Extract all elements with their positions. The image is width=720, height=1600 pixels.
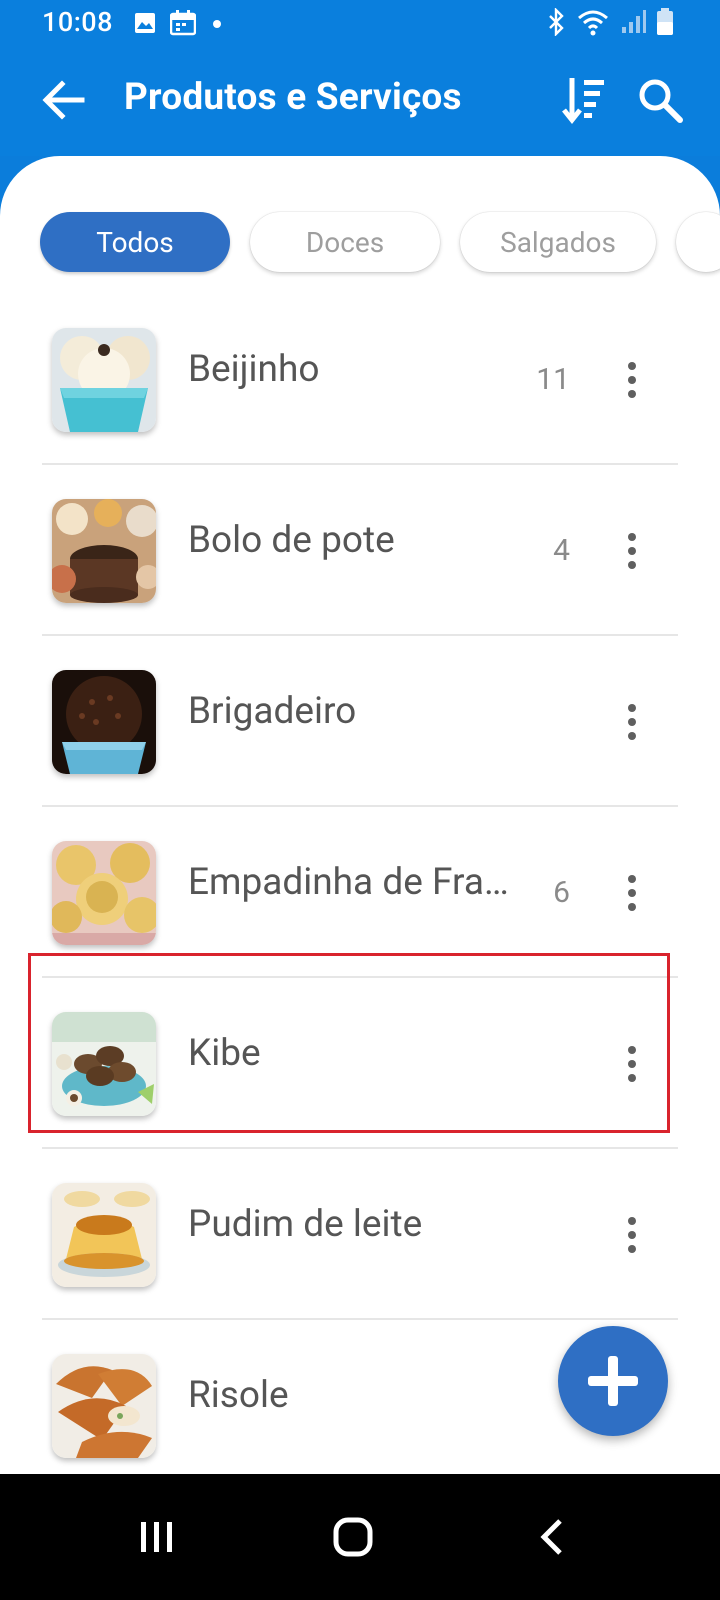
product-name: Risole bbox=[188, 1374, 289, 1417]
arrow-left-icon bbox=[42, 80, 85, 120]
sort-icon bbox=[562, 78, 604, 125]
list-item[interactable]: Bolo de pote 4 bbox=[0, 465, 720, 636]
product-thumbnail bbox=[52, 1354, 156, 1458]
list-item[interactable]: Beijinho 11 bbox=[0, 294, 720, 465]
search-icon bbox=[639, 79, 683, 123]
plus-icon bbox=[588, 1356, 638, 1406]
page-title: Produtos e Serviços bbox=[124, 76, 462, 119]
nav-back-button[interactable] bbox=[516, 1502, 586, 1572]
home-button[interactable] bbox=[318, 1502, 388, 1572]
signal-icon bbox=[622, 10, 646, 33]
image-icon bbox=[135, 13, 155, 33]
category-filter: Todos Doces Salgados bbox=[40, 212, 720, 272]
product-count: 11 bbox=[536, 362, 570, 397]
more-options-icon[interactable] bbox=[614, 1034, 650, 1094]
more-options-icon[interactable] bbox=[614, 521, 650, 581]
product-name: Brigadeiro bbox=[188, 690, 357, 733]
recent-apps-button[interactable] bbox=[122, 1502, 192, 1572]
add-product-button[interactable] bbox=[558, 1326, 668, 1436]
chip-salgados[interactable]: Salgados bbox=[460, 212, 656, 272]
sort-button[interactable] bbox=[562, 74, 610, 126]
status-bar: 10:08 bbox=[0, 0, 720, 46]
product-name: Bolo de pote bbox=[188, 519, 395, 562]
product-name: Empadinha de Frango bbox=[188, 861, 526, 904]
product-name: Kibe bbox=[188, 1032, 261, 1075]
product-thumbnail bbox=[52, 499, 156, 603]
chip-todos[interactable]: Todos bbox=[40, 212, 230, 272]
chip-doces[interactable]: Doces bbox=[250, 212, 440, 272]
product-thumbnail bbox=[52, 841, 156, 945]
system-nav-bar bbox=[0, 1474, 720, 1600]
back-icon bbox=[540, 1519, 562, 1555]
list-item[interactable]: Pudim de leite bbox=[0, 1149, 720, 1320]
more-options-icon[interactable] bbox=[614, 692, 650, 752]
content-panel: Todos Doces Salgados Beijinho 11 Bolo de… bbox=[0, 156, 720, 1504]
wifi-icon bbox=[578, 10, 608, 36]
product-count: 6 bbox=[553, 875, 570, 910]
product-thumbnail bbox=[52, 328, 156, 432]
product-thumbnail bbox=[52, 670, 156, 774]
more-options-icon[interactable] bbox=[614, 863, 650, 923]
bluetooth-icon bbox=[549, 8, 564, 36]
more-options-icon[interactable] bbox=[614, 1205, 650, 1265]
status-icons-right bbox=[546, 8, 674, 36]
product-thumbnail bbox=[52, 1012, 156, 1116]
home-icon bbox=[333, 1517, 373, 1557]
list-item[interactable]: Empadinha de Frango 6 bbox=[0, 807, 720, 978]
dot-icon bbox=[213, 20, 221, 28]
list-item[interactable]: Brigadeiro bbox=[0, 636, 720, 807]
calendar-icon bbox=[170, 10, 196, 36]
status-icons-left bbox=[134, 10, 224, 36]
app-bar: Produtos e Serviços bbox=[0, 46, 720, 156]
back-button[interactable] bbox=[40, 76, 88, 124]
more-options-icon[interactable] bbox=[614, 350, 650, 410]
search-button[interactable] bbox=[636, 76, 684, 124]
product-name: Pudim de leite bbox=[188, 1203, 423, 1246]
chip-more[interactable] bbox=[676, 212, 720, 272]
recent-apps-icon bbox=[141, 1522, 172, 1552]
battery-icon bbox=[657, 8, 673, 35]
list-item[interactable]: Kibe bbox=[0, 978, 720, 1149]
product-name: Beijinho bbox=[188, 348, 320, 391]
status-time: 10:08 bbox=[42, 6, 114, 38]
product-thumbnail bbox=[52, 1183, 156, 1287]
product-count: 4 bbox=[553, 533, 570, 568]
product-list: Beijinho 11 Bolo de pote 4 Brigadeiro Em… bbox=[0, 294, 720, 1491]
